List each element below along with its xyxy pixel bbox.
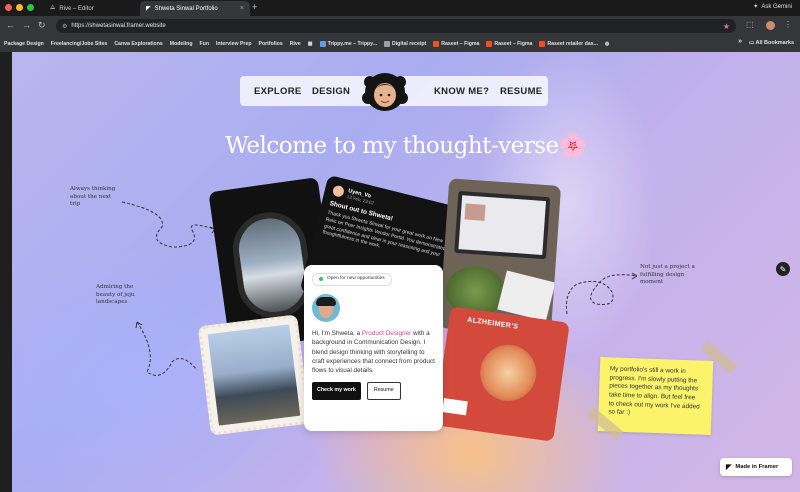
portfolio-page: EXPLORE DESIGN KNOW ME? RESUME Welcome t… [12, 52, 800, 492]
window-controls [5, 4, 34, 11]
sticky-note: My portfolio's still a work in progress.… [597, 357, 714, 435]
forward-icon[interactable]: → [22, 20, 31, 30]
figma-icon [486, 41, 493, 47]
address-bar[interactable]: ⚙ https://shwetasinwal.framer.website ★ [56, 19, 736, 33]
bookmark-star-icon[interactable]: ★ [723, 22, 730, 31]
bookmarks-overflow-icon[interactable]: » [738, 38, 742, 45]
bookmark-item[interactable]: Raseet – Figma [486, 41, 532, 47]
resume-button[interactable]: Resume [366, 382, 401, 401]
folder-icon [383, 41, 390, 47]
bookmark-item[interactable]: Package Design [4, 41, 44, 47]
edit-pencil-icon[interactable]: ✎ [776, 262, 790, 276]
rive-favicon-icon: ⟁ [50, 5, 56, 11]
bookmark-item[interactable]: Portfolios [259, 41, 283, 47]
tab-rive-editor[interactable]: ⟁ Rive – Editor [44, 1, 138, 16]
open-for-opportunities-badge: Open for new opportunities [312, 273, 392, 286]
bookmark-item[interactable]: Trippy.me – Trippy... [319, 41, 377, 47]
reload-icon[interactable]: ↻ [38, 20, 46, 31]
bookmarks-bar: Package Design Freelancing/Jobs Sites Ca… [0, 36, 800, 52]
profile-avatar[interactable] [766, 21, 775, 30]
status-dot-icon [319, 277, 323, 282]
new-tab-button[interactable]: + [252, 2, 257, 12]
tab-strip: ⟁ Rive – Editor ◤ Shweta Sinwal Portfoli… [0, 0, 800, 16]
ask-gemini-button[interactable]: ✦ Ask Gemini [753, 3, 792, 11]
gemini-icon: ✦ [753, 4, 759, 10]
back-icon[interactable]: ← [6, 20, 15, 30]
jeju-stamp-photo [197, 314, 311, 436]
extensions-icon[interactable]: ⬚ [746, 20, 754, 29]
minimize-window-button[interactable] [16, 4, 23, 11]
maximize-window-button[interactable] [27, 4, 34, 11]
browser-toolbar: ← → ↻ ⚙ https://shwetasinwal.framer.webs… [0, 16, 800, 36]
figma-icon [539, 41, 546, 47]
tab-label: Rive – Editor [59, 5, 94, 12]
site-info-icon: ⚙ [62, 23, 68, 30]
tweet-avatar [331, 184, 346, 198]
tab-label: Shweta Sinwal Portfolio [154, 5, 218, 12]
bookmark-item[interactable]: Modeling [170, 41, 193, 47]
bookmark-item[interactable]: Canva Explorations [114, 41, 162, 47]
grid-icon[interactable]: ▦ [308, 41, 313, 47]
sticky-text: My portfolio's still a work in progress.… [608, 365, 700, 417]
favicon-icon [319, 41, 326, 47]
intro-text: Hi, I'm Shweta, a Product Designer with … [312, 329, 435, 375]
menu-icon[interactable]: ⋮ [784, 20, 792, 29]
made-in-framer-badge[interactable]: ◤ Made in Framer [720, 458, 792, 476]
url-text: https://shwetasinwal.framer.website [71, 23, 166, 29]
role-highlight: Product Designer [361, 329, 412, 337]
tab-portfolio[interactable]: ◤ Shweta Sinwal Portfolio × [140, 1, 250, 16]
folder-icon: ▭ [748, 40, 755, 46]
browser-chrome: ⟁ Rive – Editor ◤ Shweta Sinwal Portfoli… [0, 0, 800, 52]
bookmark-item[interactable]: Freelancing/Jobs Sites [51, 41, 108, 47]
bookmark-item[interactable]: Interview Prep [216, 41, 251, 47]
alzheimers-book-photo: ALZHEIMER'S [434, 306, 570, 442]
figma-icon [433, 41, 440, 47]
close-tab-icon[interactable]: × [240, 5, 244, 12]
framer-favicon-icon: ◤ [146, 6, 151, 12]
bookmark-item[interactable]: Fun [200, 41, 210, 47]
bookmark-item[interactable]: Raseet retailer das... [539, 41, 598, 47]
globe-icon[interactable]: ◍ [605, 41, 610, 47]
all-bookmarks-button[interactable]: ▭ All Bookmarks [749, 40, 794, 46]
framer-logo-icon: ◤ [726, 464, 732, 471]
intro-avatar [312, 293, 340, 322]
close-window-button[interactable] [5, 4, 12, 11]
bookmark-item[interactable]: Rive [290, 41, 301, 47]
bookmark-item[interactable]: Raseet – Figma [433, 41, 479, 47]
check-my-work-button[interactable]: Check my work [312, 382, 361, 401]
book-title: ALZHEIMER'S [466, 316, 519, 331]
bookmark-item[interactable]: Digital receipt [383, 41, 426, 47]
intro-card: Open for new opportunities Hi, I'm Shwet… [304, 265, 443, 431]
